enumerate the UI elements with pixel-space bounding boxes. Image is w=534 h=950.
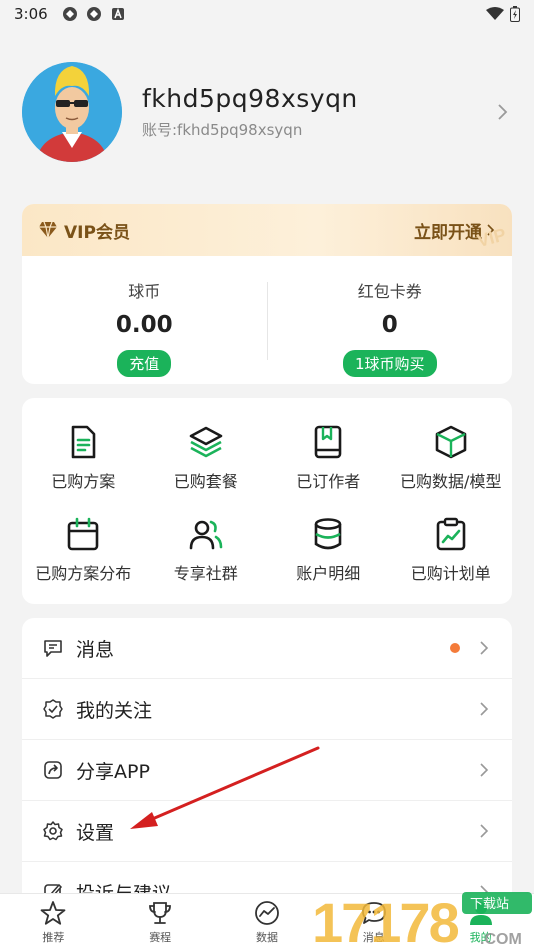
battery-icon	[510, 6, 520, 22]
clipboard-chart-icon	[436, 517, 466, 551]
trophy-icon	[149, 902, 172, 924]
tab-label: 赛程	[149, 931, 172, 944]
wifi-icon	[486, 7, 504, 20]
settings-menu: 消息 我的关注 分享APP 设置 投诉与建议	[22, 618, 512, 908]
chevron-right-icon	[480, 824, 489, 838]
grid-item-exclusive-community[interactable]: 专享社群	[145, 504, 268, 596]
grid-item-label: 已购方案分布	[35, 564, 132, 583]
grid-item-purchased-plans[interactable]: 已购方案	[22, 412, 145, 504]
grid-item-label: 账户明细	[296, 564, 361, 583]
tab-schedule[interactable]: 赛程	[107, 894, 214, 950]
menu-item-label: 设置	[76, 821, 115, 844]
coins-label: 球币	[128, 282, 161, 301]
coins-value: 0.00	[115, 312, 173, 338]
coins-section: 球币 0.00 充值	[22, 256, 267, 384]
buy-coupon-button[interactable]: 1球币购买	[342, 350, 437, 377]
menu-item-share-app[interactable]: 分享APP	[22, 740, 512, 801]
grid-item-label: 已购数据/模型	[400, 472, 502, 491]
coupons-value: 0	[381, 312, 398, 338]
tab-label: 推荐	[42, 931, 65, 944]
menu-item-my-follows[interactable]: 我的关注	[22, 679, 512, 740]
tab-data[interactable]: 数据	[214, 894, 321, 950]
recharge-button[interactable]: 充值	[117, 350, 172, 377]
menu-item-label: 分享APP	[76, 760, 150, 783]
site-watermark-logo: 17178 下载站 .COM	[312, 891, 532, 950]
coupons-label: 红包卡券	[357, 282, 422, 301]
avatar-illustration	[22, 62, 122, 162]
account-id: 账号:fkhd5pq98xsyqn	[142, 121, 303, 139]
status-time: 3:06	[14, 5, 48, 23]
app-notification-icon	[86, 7, 101, 21]
chevron-right-icon[interactable]	[492, 102, 512, 122]
grid-item-account-details[interactable]: 账户明细	[267, 504, 390, 596]
wallet-card: VIP会员 立即开通 VIP 球币 0.00 充值 红包卡券 0 1球币购买	[22, 204, 512, 384]
menu-item-label: 消息	[76, 638, 115, 661]
svg-text:17178: 17178	[312, 891, 459, 950]
grid-item-label: 已购方案	[51, 472, 116, 491]
gear-icon	[43, 821, 63, 841]
chart-circle-icon	[255, 901, 279, 925]
users-icon	[189, 520, 223, 550]
chevron-right-icon	[480, 702, 489, 716]
message-icon	[44, 640, 62, 657]
svg-text:下载站: 下载站	[470, 897, 509, 912]
unread-dot	[450, 643, 460, 653]
menu-item-messages[interactable]: 消息	[22, 618, 512, 679]
check-badge-icon	[43, 699, 63, 719]
grid-item-purchased-plan-sheets[interactable]: 已购计划单	[390, 504, 513, 596]
star-icon	[40, 901, 66, 925]
tab-label: 数据	[255, 931, 278, 944]
font-notification-icon	[111, 7, 124, 20]
vip-watermark: VIP	[475, 224, 508, 251]
app-notification-icon	[62, 7, 77, 21]
cube-icon	[435, 425, 467, 459]
avatar[interactable]	[22, 62, 122, 162]
layers-icon	[189, 426, 223, 458]
svg-text:.COM: .COM	[480, 931, 522, 948]
grid-item-purchased-data-models[interactable]: 已购数据/模型	[390, 412, 513, 504]
grid-item-plan-distribution[interactable]: 已购方案分布	[22, 504, 145, 596]
vip-banner[interactable]: VIP会员 立即开通 VIP	[22, 204, 512, 256]
chevron-right-icon	[480, 641, 489, 655]
grid-item-label: 专享社群	[173, 564, 238, 583]
menu-item-label: 我的关注	[76, 699, 153, 722]
bookmark-book-icon	[314, 425, 342, 459]
feature-grid: 已购方案 已购套餐 已订作者 已购数据/模型 已购方案分布 专享社群 账户明细 …	[22, 398, 512, 604]
vip-label: VIP会员	[64, 222, 130, 243]
username: fkhd5pq98xsyqn	[142, 84, 358, 113]
menu-item-settings[interactable]: 设置	[22, 801, 512, 862]
coupons-section: 红包卡券 0 1球币购买	[268, 256, 513, 384]
grid-item-label: 已购套餐	[173, 472, 238, 491]
profile-header[interactable]: fkhd5pq98xsyqn 账号:fkhd5pq98xsyqn	[22, 62, 512, 162]
grid-item-subscribed-authors[interactable]: 已订作者	[267, 412, 390, 504]
database-icon	[314, 518, 342, 550]
grid-item-label: 已订作者	[296, 472, 361, 491]
calendar-icon	[67, 517, 99, 551]
grid-item-purchased-packages[interactable]: 已购套餐	[145, 412, 268, 504]
diamond-icon	[39, 221, 57, 239]
tab-recommend[interactable]: 推荐	[0, 894, 107, 950]
chevron-right-icon	[480, 763, 489, 777]
document-icon	[71, 425, 96, 459]
grid-item-label: 已购计划单	[410, 564, 491, 583]
share-icon	[44, 761, 62, 779]
status-bar: 3:06	[0, 0, 534, 28]
svg-text:VIP: VIP	[475, 224, 508, 251]
